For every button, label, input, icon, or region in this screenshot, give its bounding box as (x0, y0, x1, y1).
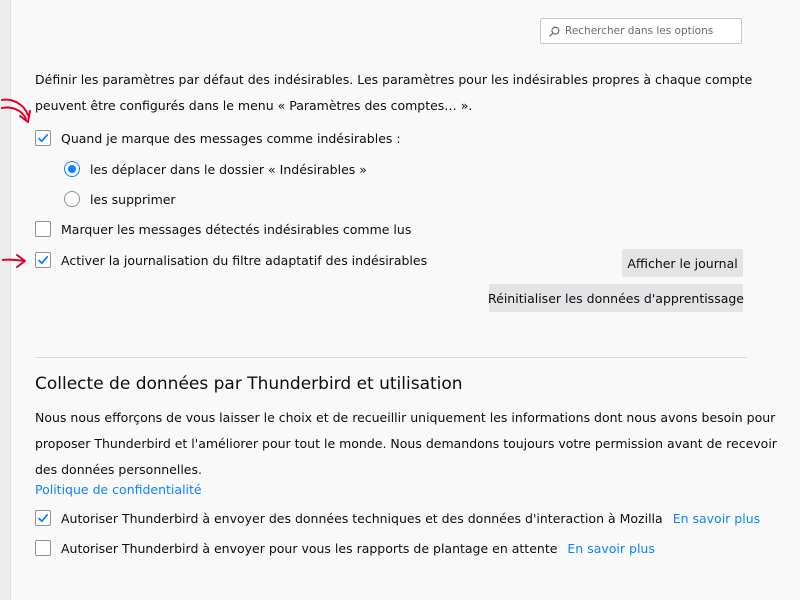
move-junk-radio-row[interactable]: les déplacer dans le dossier « Indésirab… (64, 161, 367, 177)
telemetry-learn-more-link[interactable]: En savoir plus (673, 511, 760, 526)
delete-junk-radio-row[interactable]: les supprimer (64, 191, 176, 207)
annotation-arrow-icon (2, 254, 26, 268)
mark-junk-label: Quand je marque des messages comme indés… (61, 130, 401, 146)
junk-logging-checkbox[interactable] (35, 252, 51, 268)
sidebar-edge (0, 0, 11, 600)
crash-reports-label: Autoriser Thunderbird à envoyer pour vou… (61, 540, 558, 556)
delete-junk-label: les supprimer (90, 191, 176, 207)
show-log-button[interactable]: Afficher le journal (622, 249, 743, 277)
section-divider (35, 357, 747, 358)
search-input[interactable] (565, 25, 735, 37)
junk-logging-checkbox-row[interactable]: Activer la journalisation du filtre adap… (35, 252, 427, 268)
move-junk-label: les déplacer dans le dossier « Indésirab… (90, 161, 367, 177)
checkmark-icon (38, 255, 49, 265)
data-collection-description: Nous nous efforçons de vous laisser le c… (35, 410, 777, 477)
crash-reports-checkbox[interactable] (35, 540, 51, 556)
junk-description: Définir les paramètres par défaut des in… (35, 72, 753, 113)
telemetry-checkbox[interactable] (35, 510, 51, 526)
privacy-policy-link[interactable]: Politique de confidentialité (35, 477, 202, 503)
mark-read-checkbox[interactable] (35, 221, 51, 237)
move-junk-radio[interactable] (64, 161, 80, 177)
reset-training-button[interactable]: Réinitialiser les données d'apprentissag… (488, 284, 744, 312)
mark-junk-checkbox-row[interactable]: Quand je marque des messages comme indés… (35, 130, 401, 146)
crash-reports-learn-more-link[interactable]: En savoir plus (567, 541, 654, 556)
delete-junk-radio[interactable] (64, 191, 80, 207)
telemetry-checkbox-row[interactable]: Autoriser Thunderbird à envoyer des donn… (35, 510, 760, 526)
radio-dot-icon (68, 165, 76, 173)
search-box[interactable] (540, 18, 742, 44)
data-collection-heading: Collecte de données par Thunderbird et u… (35, 374, 463, 394)
mark-read-checkbox-row[interactable]: Marquer les messages détectés indésirabl… (35, 221, 411, 237)
mark-read-label: Marquer les messages détectés indésirabl… (61, 221, 412, 237)
search-icon (549, 26, 560, 37)
telemetry-label: Autoriser Thunderbird à envoyer des donn… (61, 510, 663, 526)
junk-logging-label: Activer la journalisation du filtre adap… (61, 252, 428, 268)
mark-junk-checkbox[interactable] (35, 130, 51, 146)
crash-reports-checkbox-row[interactable]: Autoriser Thunderbird à envoyer pour vou… (35, 540, 655, 556)
annotation-arrow-icon (1, 98, 31, 123)
checkmark-icon (38, 133, 49, 143)
checkmark-icon (38, 513, 49, 523)
